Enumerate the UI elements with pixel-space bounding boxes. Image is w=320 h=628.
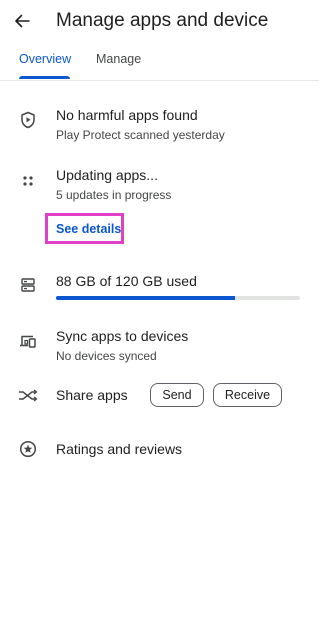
tab-manage[interactable]: Manage xyxy=(96,52,141,66)
share-title: Share apps xyxy=(56,387,128,403)
updates-title: Updating apps... xyxy=(56,167,158,183)
ratings-row[interactable]: Ratings and reviews xyxy=(0,434,319,466)
storage-row[interactable]: 88 GB of 120 GB used xyxy=(0,266,319,306)
storage-progress-fill xyxy=(56,296,235,300)
share-swap-icon xyxy=(18,385,38,405)
play-protect-row[interactable]: No harmful apps found Play Protect scann… xyxy=(0,100,319,148)
receive-button[interactable]: Receive xyxy=(213,383,282,407)
play-protect-title: No harmful apps found xyxy=(56,107,198,123)
sync-title: Sync apps to devices xyxy=(56,328,189,344)
storage-progress-bar xyxy=(56,296,300,300)
updates-row[interactable]: Updating apps... 5 updates in progress xyxy=(0,160,319,208)
arrow-back-icon xyxy=(15,14,30,28)
sync-row[interactable]: Sync apps to devices No devices synced xyxy=(0,321,319,369)
tab-overview[interactable]: Overview xyxy=(19,52,71,66)
tab-bar: Overview Manage xyxy=(0,46,319,81)
updates-subtitle: 5 updates in progress xyxy=(56,188,172,202)
storage-icon xyxy=(18,275,38,295)
page-title: Manage apps and device xyxy=(56,10,269,31)
sync-subtitle: No devices synced xyxy=(56,349,157,363)
ratings-title: Ratings and reviews xyxy=(56,441,183,457)
storage-title: 88 GB of 120 GB used xyxy=(56,273,197,289)
play-protect-subtitle: Play Protect scanned yesterday xyxy=(56,128,225,142)
back-button[interactable] xyxy=(10,9,34,33)
see-details-link[interactable]: See details xyxy=(56,222,121,236)
devices-icon xyxy=(18,331,38,351)
top-app-bar: Manage apps and device xyxy=(0,0,319,42)
send-button[interactable]: Send xyxy=(150,383,204,407)
shield-play-icon xyxy=(18,110,38,130)
active-tab-indicator xyxy=(19,76,70,79)
dots-grid-icon xyxy=(18,171,38,191)
star-circle-icon xyxy=(18,439,38,459)
